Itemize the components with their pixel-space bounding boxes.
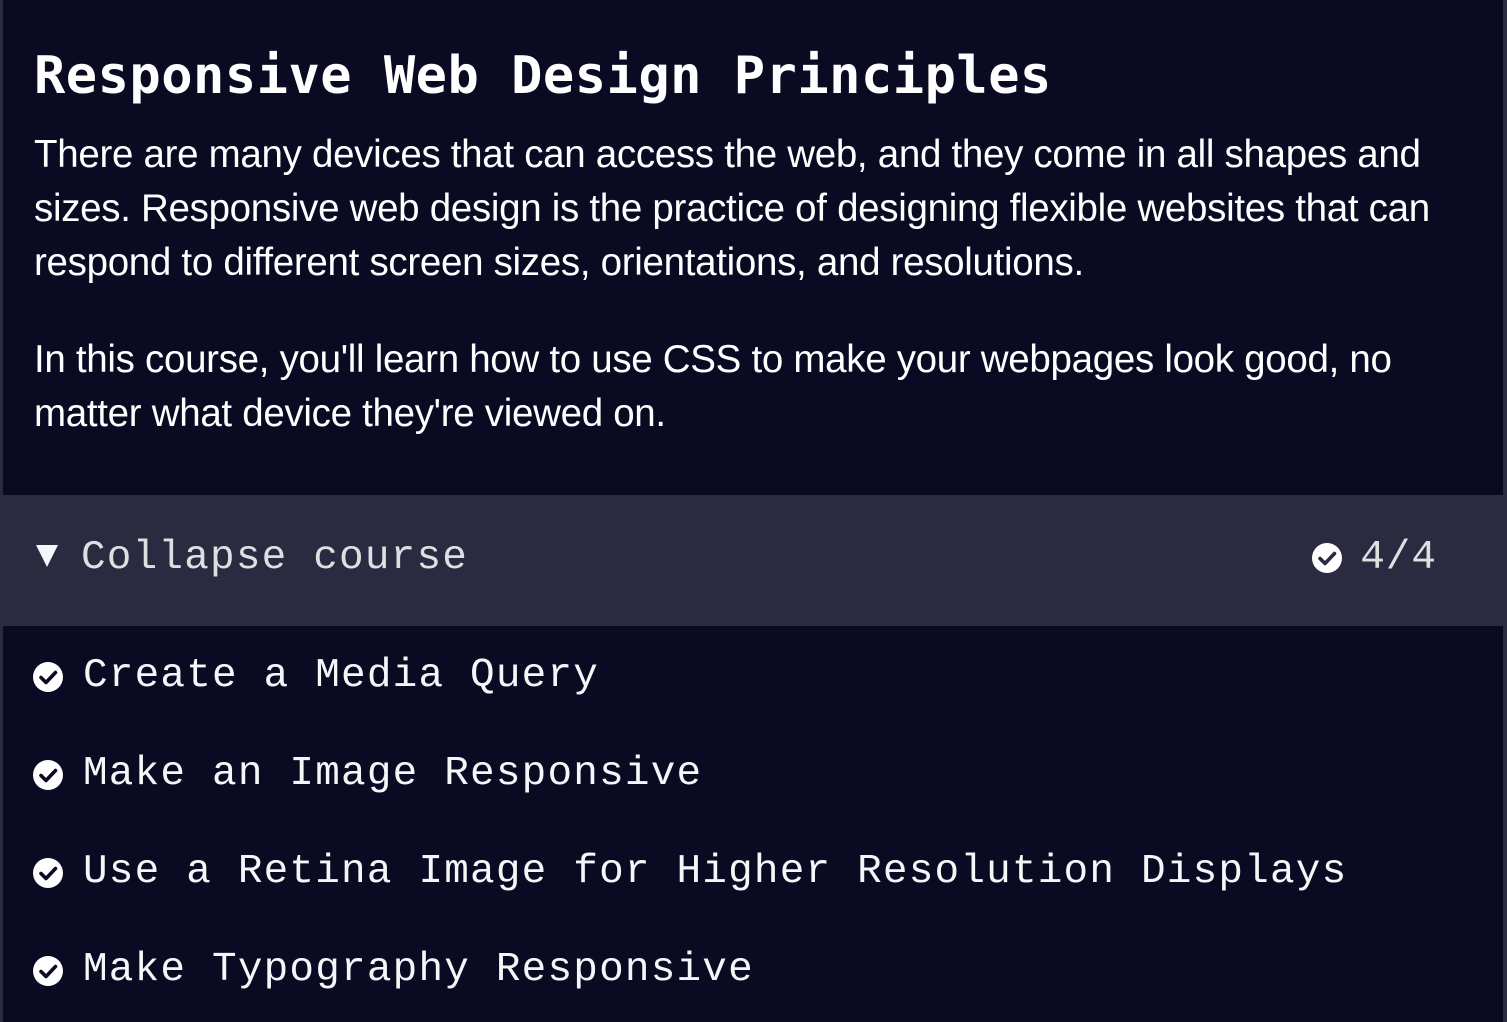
progress-count: 4/4 — [1360, 535, 1437, 581]
check-circle-icon — [33, 662, 63, 692]
intro-paragraph: In this course, you'll learn how to use … — [34, 338, 1392, 435]
check-circle-icon — [33, 956, 63, 986]
list-item[interactable]: Create a Media Query — [3, 626, 1503, 724]
lesson-link[interactable]: Make Typography Responsive — [83, 944, 754, 996]
list-item[interactable]: Use a Retina Image for Higher Resolution… — [3, 822, 1503, 920]
list-item[interactable]: Make Typography Responsive — [3, 920, 1503, 1018]
lesson-link[interactable]: Create a Media Query — [83, 650, 599, 702]
lesson-list: Create a Media Query Make an Image Respo… — [3, 626, 1503, 1018]
course-title: Responsive Web Design Principles — [34, 46, 1052, 106]
course-intro: Responsive Web Design Principles There a… — [3, 0, 1503, 490]
collapse-course-label: Collapse course — [81, 535, 469, 581]
caret-down-icon — [36, 545, 58, 567]
check-circle-icon — [33, 760, 63, 790]
intro-paragraph: There are many devices that can access t… — [34, 133, 1430, 284]
course-progress: 4/4 — [1312, 532, 1437, 584]
course-card: Responsive Web Design Principles There a… — [3, 0, 1503, 1022]
collapse-course-button[interactable]: Collapse course 4/4 — [3, 495, 1503, 626]
lesson-link[interactable]: Make an Image Responsive — [83, 748, 702, 800]
check-circle-icon — [33, 858, 63, 888]
list-item[interactable]: Make an Image Responsive — [3, 724, 1503, 822]
lesson-link[interactable]: Use a Retina Image for Higher Resolution… — [83, 846, 1347, 898]
check-circle-icon — [1312, 543, 1343, 573]
